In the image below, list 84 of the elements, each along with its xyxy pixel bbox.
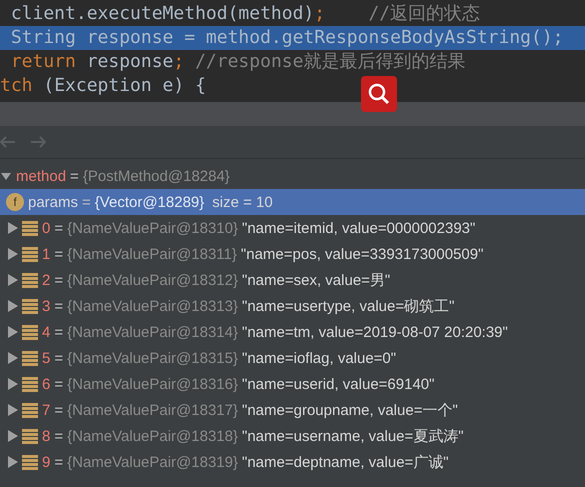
equals-sign: = <box>54 376 64 392</box>
variable-value: "name=itemid, value=0000002393" <box>242 220 476 236</box>
collapsed-arrow-icon[interactable] <box>6 455 18 469</box>
object-reference: {NameValuePair@18316} <box>67 376 238 392</box>
variable-name: 0 <box>42 220 50 236</box>
collapsed-arrow-icon[interactable] <box>6 403 18 417</box>
collapsed-arrow-icon[interactable] <box>6 325 18 339</box>
variable-value: "name=pos, value=3393173000509" <box>240 246 484 262</box>
variable-value: "name=groupname, value=一个" <box>242 400 458 420</box>
equals-sign: = <box>54 428 64 444</box>
object-reference: {NameValuePair@18315} <box>67 350 238 366</box>
variable-name: 6 <box>42 376 50 392</box>
search-icon[interactable] <box>361 76 397 112</box>
list-icon <box>22 272 38 288</box>
variable-name: 4 <box>42 324 50 340</box>
variable-row[interactable]: 1 = {NameValuePair@18311} "name=pos, value=3393173000509" <box>0 241 585 267</box>
list-icon <box>22 246 38 262</box>
list-icon <box>22 298 38 314</box>
variable-row[interactable]: 9 = {NameValuePair@18319} "name=deptname, value=广诚" <box>0 449 585 475</box>
collapsed-arrow-icon[interactable] <box>6 273 18 287</box>
list-icon <box>22 428 38 444</box>
variable-name: 1 <box>42 246 50 262</box>
collapsed-arrow-icon[interactable] <box>6 429 18 443</box>
list-icon <box>22 376 38 392</box>
variable-row[interactable]: 6 = {NameValuePair@18316} "name=userid, value=69140" <box>0 371 585 397</box>
object-reference: {NameValuePair@18314} <box>67 324 238 340</box>
object-reference: {NameValuePair@18311} <box>67 246 237 262</box>
variable-value: "name=deptname, value=广诚" <box>242 452 449 472</box>
code-line: return response; //response就是最后得到的结果 <box>10 50 466 74</box>
equals-sign: = <box>54 298 64 314</box>
variable-name: 8 <box>42 428 50 444</box>
variable-value: "name=userid, value=69140" <box>242 376 434 392</box>
equals-sign: = <box>54 402 64 418</box>
list-icon <box>22 402 38 418</box>
variable-name: 7 <box>42 402 50 418</box>
list-icon <box>22 454 38 470</box>
variable-row[interactable]: 2 = {NameValuePair@18312} "name=sex, value=男" <box>0 267 585 293</box>
variable-value: "name=usertype, value=砌筑工" <box>242 296 454 316</box>
size-label: size = 10 <box>212 194 273 210</box>
object-reference: {PostMethod@18284} <box>82 168 230 184</box>
variable-row[interactable]: 3 = {NameValuePair@18313} "name=usertype, value=砌筑工" <box>0 293 585 319</box>
equals-sign: = <box>70 168 79 184</box>
variable-value: "name=tm, value=2019-08-07 20:20:39" <box>242 324 508 340</box>
variable-value: "name=username, value=夏武涛" <box>242 426 464 446</box>
variable-row[interactable]: 7 = {NameValuePair@18317} "name=groupname, value=一个" <box>0 397 585 423</box>
object-reference: {NameValuePair@18312} <box>67 272 238 288</box>
object-reference: {NameValuePair@18313} <box>67 298 238 314</box>
collapsed-arrow-icon[interactable] <box>6 299 18 313</box>
list-icon <box>22 220 38 236</box>
list-icon <box>22 350 38 366</box>
code-line: tch (Exception e) { <box>0 74 206 98</box>
variable-row[interactable]: method = {PostMethod@18284} <box>0 163 585 189</box>
collapsed-arrow-icon[interactable] <box>6 247 18 261</box>
equals-sign: = <box>54 324 64 340</box>
collapsed-arrow-icon[interactable] <box>6 377 18 391</box>
equals-sign: = <box>54 246 64 262</box>
object-reference: {Vector@18289} <box>94 194 204 210</box>
variable-name: 3 <box>42 298 50 314</box>
equals-sign: = <box>82 194 91 210</box>
object-reference: {NameValuePair@18318} <box>67 428 238 444</box>
equals-sign: = <box>54 454 64 470</box>
code-line: client.executeMethod(method); //返回的状态 <box>10 2 480 26</box>
object-reference: {NameValuePair@18317} <box>67 402 238 418</box>
variable-name: 2 <box>42 272 50 288</box>
equals-sign: = <box>54 220 64 236</box>
equals-sign: = <box>54 272 64 288</box>
collapsed-arrow-icon[interactable] <box>6 351 18 365</box>
variable-row[interactable]: 0 = {NameValuePair@18310} "name=itemid, value=0000002393" <box>0 215 585 241</box>
field-icon: f <box>6 193 24 211</box>
variable-row[interactable]: f params = {Vector@18289} size = 10 <box>0 189 585 215</box>
equals-sign: = <box>54 350 64 366</box>
variable-name: params <box>28 194 78 210</box>
variable-name: 5 <box>42 350 50 366</box>
variable-row[interactable]: 4 = {NameValuePair@18314} "name=tm, value=2019-08-07 20:20:39" <box>0 319 585 345</box>
variable-row[interactable]: 8 = {NameValuePair@18318} "name=username, value=夏武涛" <box>0 423 585 449</box>
collapsed-arrow-icon[interactable] <box>6 221 18 235</box>
variable-row[interactable]: 5 = {NameValuePair@18315} "name=ioflag, value=0" <box>0 345 585 371</box>
list-icon <box>22 324 38 340</box>
object-reference: {NameValuePair@18310} <box>67 220 238 236</box>
variable-value: "name=ioflag, value=0" <box>242 350 396 366</box>
variable-name: method <box>16 168 66 184</box>
variable-name: 9 <box>42 454 50 470</box>
object-reference: {NameValuePair@18319} <box>67 454 238 470</box>
variable-value: "name=sex, value=男" <box>242 270 390 290</box>
